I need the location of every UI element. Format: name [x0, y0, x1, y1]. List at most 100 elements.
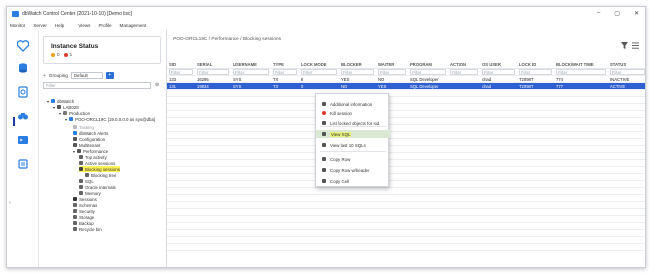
table-cell[interactable]: 131: [167, 82, 195, 90]
table-cell[interactable]: INACTIVE: [608, 75, 645, 83]
empty-table-row: [167, 215, 645, 223]
maximize-button[interactable]: ▢: [614, 10, 620, 17]
menu-server[interactable]: Server: [33, 23, 47, 28]
context-menu-copy-row-w-header[interactable]: Copy Row w/header: [316, 166, 390, 174]
table-cell[interactable]: T2098T: [517, 82, 554, 90]
empty-cell: [339, 236, 376, 244]
column-header[interactable]: BLOCK/WAIT TIME: [554, 61, 608, 69]
column-header[interactable]: LOCK ID: [517, 61, 554, 69]
column-header[interactable]: WAITER: [376, 61, 408, 69]
grouping-select[interactable]: Default: [70, 72, 103, 79]
empty-table-row: [167, 173, 645, 181]
table-cell[interactable]: YES: [376, 82, 408, 90]
column-filter-input[interactable]: Filter: [450, 69, 478, 75]
report-icon[interactable]: [17, 86, 29, 98]
column-header[interactable]: PROGRAM: [408, 61, 448, 69]
table-cell[interactable]: 0: [299, 82, 339, 90]
table-cell[interactable]: SYS: [231, 82, 271, 90]
context-menu-view-sql[interactable]: View SQL: [316, 130, 390, 138]
table-cell[interactable]: 6: [299, 75, 339, 83]
expand-toggle-icon[interactable]: ▾: [59, 111, 61, 116]
table-cell[interactable]: 777: [554, 82, 608, 90]
column-header[interactable]: TYPE: [271, 61, 299, 69]
column-filter-input[interactable]: Filter: [610, 69, 645, 75]
column-filter-input[interactable]: Filter: [233, 69, 269, 75]
table-cell[interactable]: NO: [339, 82, 376, 90]
table-cell[interactable]: TX: [271, 75, 299, 83]
column-filter-input[interactable]: Filter: [556, 69, 606, 75]
context-menu-kill-session[interactable]: Kill session: [316, 109, 390, 117]
column-filter-input[interactable]: Filter: [482, 69, 515, 75]
database-settings-icon[interactable]: [17, 158, 29, 170]
column-header[interactable]: STATUS: [608, 61, 645, 69]
table-cell[interactable]: SQL Developer: [408, 82, 448, 90]
filter-clear-icon[interactable]: ⊘: [155, 82, 159, 88]
terminal-icon[interactable]: [17, 134, 29, 146]
column-header[interactable]: OS USER: [480, 61, 517, 69]
column-filter-input[interactable]: Filter: [197, 69, 229, 75]
heart-monitor-icon[interactable]: [17, 40, 29, 52]
menu-profile[interactable]: Profile: [98, 23, 111, 28]
tree-item-poo-orcl19c-19-0-0-0-0-as-sys-dba[interactable]: ▾ POO-ORCL19C [19.0.0.0.0 as sys@dba]: [65, 116, 155, 122]
collapse-rail-icon[interactable]: ›: [9, 200, 11, 206]
empty-cell: [271, 201, 299, 209]
menu-management[interactable]: Management: [120, 23, 147, 28]
table-row[interactable]: 133 16295 SYS TX 6 YES NO SQL Developer chad T209…: [167, 75, 645, 83]
table-row[interactable]: 131 19834 SYS TX 0 NO YES SQL Developer chad T209…: [167, 82, 645, 90]
table-cell[interactable]: [448, 82, 480, 90]
column-header[interactable]: ACTION: [448, 61, 480, 69]
table-cell[interactable]: YES: [339, 75, 376, 83]
menu-views[interactable]: Views: [78, 23, 90, 28]
expand-icon[interactable]: +: [43, 73, 46, 79]
column-header[interactable]: LOCK MODE: [299, 61, 339, 69]
column-filter-input[interactable]: Filter: [519, 69, 552, 75]
table-cell[interactable]: chad: [480, 82, 517, 90]
expand-toggle-icon[interactable]: ▾: [47, 99, 49, 104]
tree-item-label: Backup: [79, 220, 94, 226]
table-cell[interactable]: [448, 75, 480, 83]
column-filter-input[interactable]: Filter: [410, 69, 446, 75]
menu-help[interactable]: Help: [55, 23, 64, 28]
table-cell[interactable]: 133: [167, 75, 195, 83]
table-cell[interactable]: SYS: [231, 75, 271, 83]
table-cell[interactable]: TX: [271, 82, 299, 90]
grouping-add-button[interactable]: +: [105, 72, 114, 79]
column-filter-input[interactable]: Filter: [273, 69, 297, 75]
minimize-button[interactable]: –: [597, 10, 600, 17]
column-header[interactable]: SID: [167, 61, 195, 69]
menu-icon[interactable]: [632, 42, 639, 49]
expand-toggle-icon[interactable]: ▾: [73, 149, 75, 154]
expand-toggle-icon[interactable]: ▾: [65, 117, 67, 122]
table-cell[interactable]: 774: [554, 75, 608, 83]
filter-icon[interactable]: [621, 42, 628, 49]
context-menu-copy-cell[interactable]: Copy Cell: [316, 177, 390, 185]
table-cell[interactable]: 19834: [195, 82, 231, 90]
tree-item-recycle-bin[interactable]: Recycle bin: [73, 226, 102, 232]
column-header[interactable]: BLOCKER: [339, 61, 376, 69]
instance-status-card[interactable]: Instance Status 0 1: [43, 36, 161, 64]
column-filter-input[interactable]: Filter: [301, 69, 337, 75]
context-menu-view-last-10-sqls[interactable]: View last 10 SQLs: [316, 141, 390, 149]
column-header[interactable]: SERIAL: [195, 61, 231, 69]
context-menu-copy-row[interactable]: Copy Row: [316, 155, 390, 163]
close-button[interactable]: ✕: [634, 10, 639, 17]
empty-cell: [448, 222, 480, 230]
tree-filter-input[interactable]: Filter: [43, 82, 151, 89]
column-filter-input[interactable]: Filter: [341, 69, 374, 75]
column-filter-input[interactable]: Filter: [169, 69, 193, 75]
binoculars-icon[interactable]: [17, 110, 29, 122]
table-cell[interactable]: NO: [376, 75, 408, 83]
menu-monitor[interactable]: Monitor: [10, 23, 25, 28]
context-menu-additional-information[interactable]: Additional information: [316, 100, 390, 108]
main-panel: POO-ORCL19C / Performance / Blocking ses…: [167, 30, 645, 267]
table-cell[interactable]: ACTIVE: [608, 82, 645, 90]
empty-cell: [408, 180, 448, 188]
expand-toggle-icon[interactable]: ▾: [53, 105, 55, 110]
column-header[interactable]: USERNAME: [231, 61, 271, 69]
database-icon[interactable]: [17, 62, 29, 74]
column-filter-input[interactable]: Filter: [378, 69, 406, 75]
table-cell[interactable]: 16295: [195, 75, 231, 83]
table-cell[interactable]: SQL Developer: [408, 75, 448, 83]
table-cell[interactable]: T2098T: [517, 75, 554, 83]
table-cell[interactable]: chad: [480, 75, 517, 83]
